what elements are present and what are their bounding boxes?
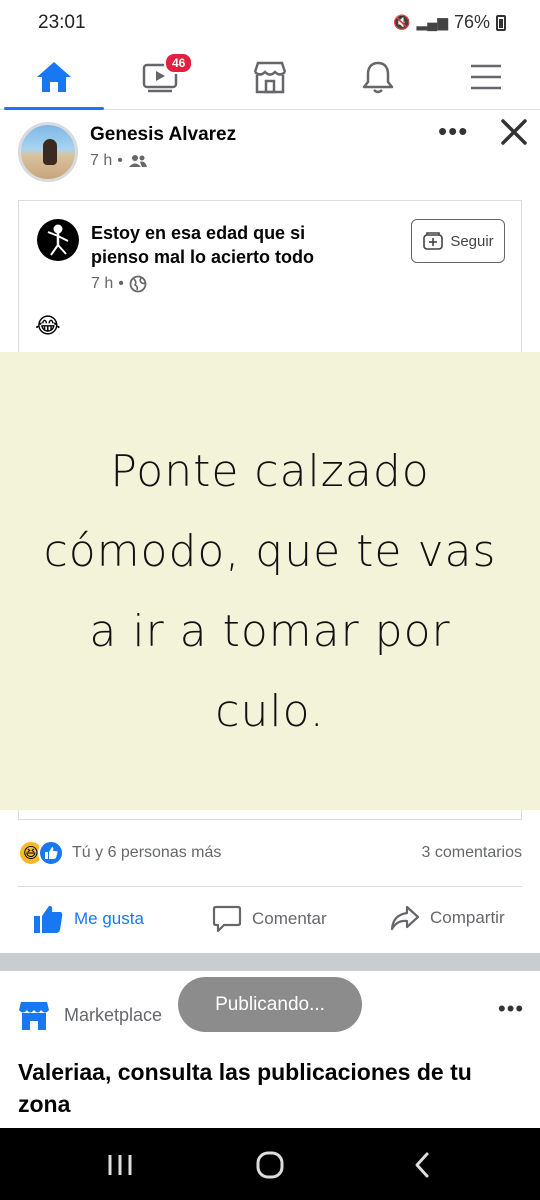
post-emoji: 😂 — [35, 313, 61, 338]
marketplace-label[interactable]: Marketplace — [64, 1005, 162, 1026]
recent-apps-icon[interactable] — [100, 1150, 140, 1180]
share-button[interactable]: Compartir — [390, 904, 505, 932]
comments-count[interactable]: 3 comentarios — [422, 844, 523, 862]
meta-separator: • — [117, 152, 123, 169]
more-options-icon[interactable]: ••• — [438, 118, 468, 144]
shared-post-meta: 7 h • — [91, 275, 147, 293]
like-reaction-icon — [38, 840, 64, 866]
page-name[interactable]: Estoy en esa edad que si pienso mal lo a… — [91, 221, 361, 269]
tab-watch[interactable]: 46 — [108, 46, 216, 108]
signal-icon: ▂▄▆ — [416, 14, 448, 30]
comment-icon — [212, 905, 242, 933]
reactions-bar: 😆 Tú y 6 personas más 3 comentarios — [0, 836, 540, 872]
meta-separator: • — [118, 275, 124, 292]
skeleton-icon — [47, 224, 69, 256]
like-button[interactable]: Me gusta — [32, 904, 144, 934]
top-navigation: 46 — [0, 46, 540, 110]
reaction-icons[interactable]: 😆 — [18, 840, 64, 866]
globe-icon — [129, 275, 147, 293]
status-bar: 23:01 🔇 ▂▄▆ 76% — [0, 0, 540, 46]
share-label: Compartir — [430, 908, 505, 927]
avatar[interactable] — [18, 122, 78, 182]
marketplace-title: Valeriaa, consulta las publicaciones de … — [18, 1059, 472, 1117]
section-separator — [0, 953, 540, 971]
home-button-icon[interactable] — [250, 1150, 290, 1180]
back-icon[interactable] — [402, 1150, 442, 1180]
menu-icon — [471, 64, 501, 90]
tab-notifications[interactable] — [324, 46, 432, 108]
marketplace-icon — [18, 998, 50, 1037]
system-navigation-bar — [0, 1128, 540, 1200]
divider — [18, 886, 522, 887]
thumbs-up-icon — [34, 905, 63, 933]
follow-icon — [423, 232, 444, 250]
home-icon — [37, 62, 71, 92]
status-icons: 🔇 ▂▄▆ 76% — [393, 12, 506, 33]
shared-post-time[interactable]: 7 h — [91, 275, 113, 293]
status-time: 23:01 — [38, 12, 86, 33]
bell-icon — [362, 61, 394, 94]
battery-percent: 76% — [453, 12, 490, 32]
battery-icon — [496, 14, 506, 31]
tab-marketplace[interactable] — [216, 46, 324, 108]
post-time[interactable]: 7 h — [90, 152, 112, 170]
page-avatar[interactable] — [37, 219, 79, 261]
image-text: Ponte calzado cómodo, que te vas a ir a … — [43, 446, 497, 737]
post-header: Genesis Alvarez 7 h • ••• — [0, 112, 540, 192]
tab-home[interactable] — [0, 46, 108, 110]
follow-label: Seguir — [450, 232, 494, 250]
follow-button[interactable]: Seguir — [411, 219, 505, 263]
reactions-summary[interactable]: Tú y 6 personas más — [72, 844, 221, 862]
post-meta: 7 h • — [90, 152, 148, 170]
post-actions: Me gusta Comentar Compartir — [0, 890, 540, 952]
mute-icon: 🔇 — [393, 14, 411, 30]
notification-badge: 46 — [164, 52, 194, 74]
comment-label: Comentar — [252, 909, 327, 928]
author-name[interactable]: Genesis Alvarez — [90, 124, 236, 146]
post-image[interactable]: Ponte calzado cómodo, que te vas a ir a … — [0, 352, 540, 810]
store-icon — [253, 61, 287, 94]
close-icon[interactable] — [500, 118, 528, 151]
share-icon — [390, 905, 420, 931]
friends-audience-icon — [128, 155, 147, 167]
comment-button[interactable]: Comentar — [212, 904, 327, 934]
publishing-toast: Publicando... — [178, 977, 362, 1032]
marketplace-more-icon[interactable]: ••• — [498, 998, 524, 1020]
tab-menu[interactable] — [432, 46, 540, 108]
like-label: Me gusta — [74, 909, 144, 928]
